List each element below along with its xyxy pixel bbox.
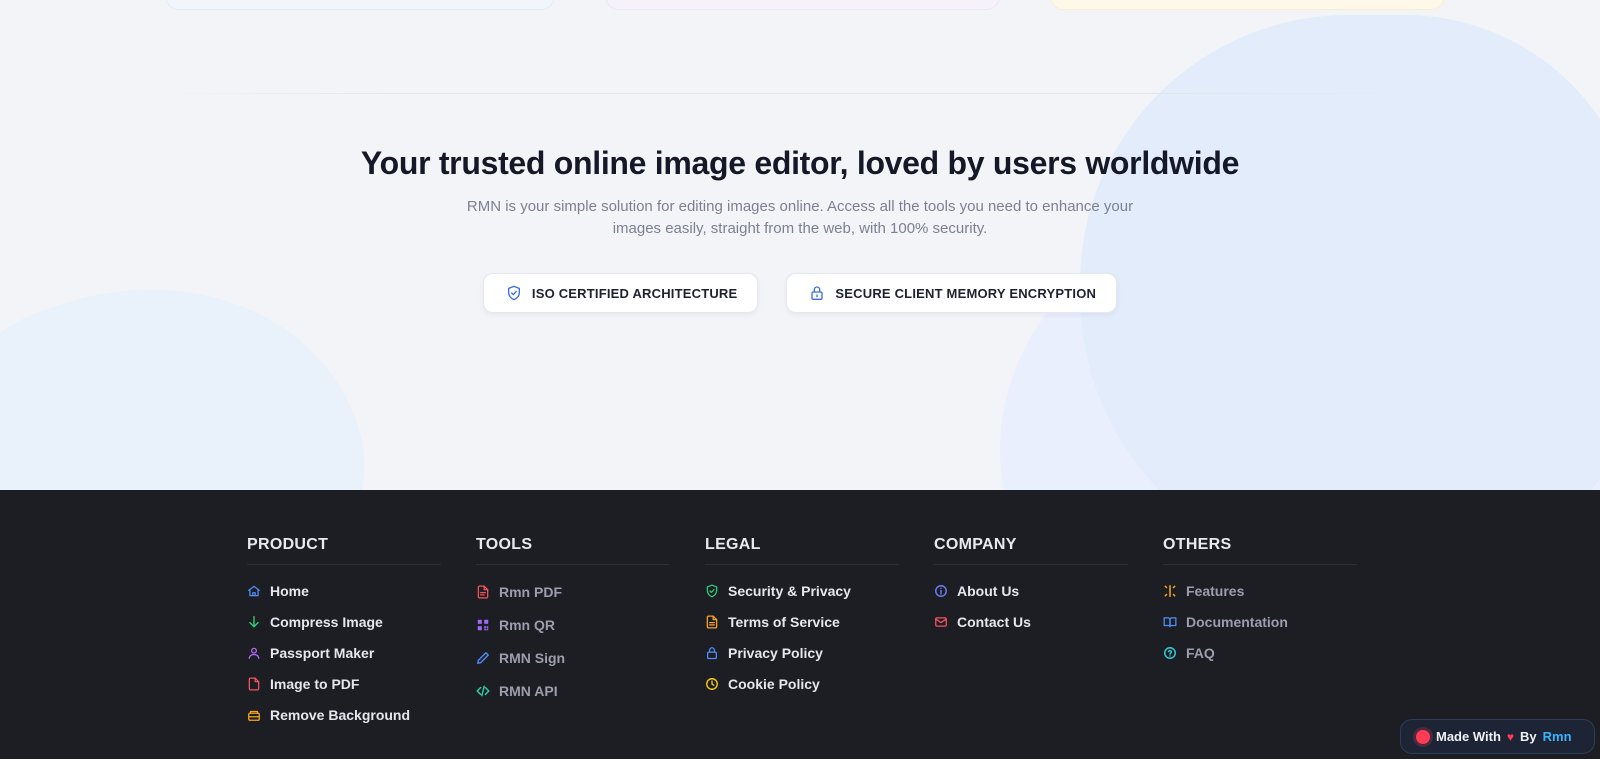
feature-card-edge xyxy=(1050,0,1445,10)
section-divider xyxy=(160,93,1440,94)
background-blob xyxy=(0,228,406,490)
encryption-badge: SECURE CLIENT MEMORY ENCRYPTION xyxy=(786,273,1118,313)
home-icon xyxy=(247,584,261,598)
user-icon xyxy=(247,646,261,660)
document-icon xyxy=(705,615,719,629)
lock-icon xyxy=(705,646,719,660)
link-label: Privacy Policy xyxy=(728,644,823,661)
heart-icon: ♥ xyxy=(1506,729,1515,744)
hero-title: Your trusted online image editor, loved … xyxy=(360,145,1240,181)
link-label: Image to PDF xyxy=(270,675,360,692)
feature-card-edge xyxy=(165,0,555,10)
link-label: Remove Background xyxy=(270,706,411,723)
book-icon xyxy=(1163,615,1177,629)
footer-link-image-to-pdf[interactable]: Image to PDF xyxy=(247,668,476,699)
record-dot-icon xyxy=(1416,729,1430,744)
sparkle-icon xyxy=(1163,584,1177,598)
footer-column-product: PRODUCT Home Compress Image Passport Mak… xyxy=(247,536,476,730)
footer-link-rmn-pdf[interactable]: Rmn PDF xyxy=(476,575,705,608)
background-blob xyxy=(1080,15,1600,490)
link-label: RMN API xyxy=(499,682,558,699)
link-label: Rmn PDF xyxy=(499,583,562,600)
link-label: FAQ xyxy=(1186,644,1215,661)
footer-link-faq[interactable]: FAQ xyxy=(1163,637,1392,668)
footer-link-compress-image[interactable]: Compress Image xyxy=(247,606,476,637)
footer-link-rmn-qr[interactable]: Rmn QR xyxy=(476,608,705,641)
link-label: Passport Maker xyxy=(270,644,375,661)
column-title: COMPANY xyxy=(934,536,1128,565)
footer-column-company: COMPANY About Us Contact Us xyxy=(934,536,1163,730)
made-with-by: By xyxy=(1520,729,1537,744)
site-footer: PRODUCT Home Compress Image Passport Mak… xyxy=(0,490,1600,759)
link-label: Cookie Policy xyxy=(728,675,820,692)
pdf-file-icon xyxy=(476,585,490,599)
arrow-down-icon xyxy=(247,615,261,629)
link-label: About Us xyxy=(957,582,1020,599)
shield-check-icon xyxy=(705,584,719,598)
help-circle-icon xyxy=(1163,646,1177,660)
made-with-text: Made With xyxy=(1436,729,1501,744)
qr-code-icon xyxy=(476,618,490,632)
link-label: RMN Sign xyxy=(499,649,566,666)
lock-icon xyxy=(809,285,825,301)
iso-certified-badge: ISO CERTIFIED ARCHITECTURE xyxy=(482,273,759,313)
footer-column-legal: LEGAL Security & Privacy Terms of Servic… xyxy=(705,536,934,730)
shield-check-icon xyxy=(506,285,522,301)
column-title: PRODUCT xyxy=(247,536,441,565)
trust-badges: ISO CERTIFIED ARCHITECTURE SECURE CLIENT… xyxy=(0,273,1600,313)
footer-link-rmn-sign[interactable]: RMN Sign xyxy=(476,641,705,674)
badge-label: ISO CERTIFIED ARCHITECTURE xyxy=(531,285,738,301)
layers-icon xyxy=(247,708,261,722)
link-label: Terms of Service xyxy=(728,613,840,630)
footer-link-rmn-api[interactable]: RMN API xyxy=(476,674,705,707)
made-with-brand: Rmn xyxy=(1542,729,1572,744)
link-label: Features xyxy=(1186,582,1245,599)
footer-link-cookie-policy[interactable]: Cookie Policy xyxy=(705,668,934,699)
column-title: TOOLS xyxy=(476,536,670,565)
footer-link-about-us[interactable]: About Us xyxy=(934,575,1163,606)
link-label: Documentation xyxy=(1186,613,1288,630)
trust-section: Your trusted online image editor, loved … xyxy=(0,0,1600,490)
link-label: Compress Image xyxy=(270,613,383,630)
link-label: Home xyxy=(270,582,309,599)
footer-column-tools: TOOLS Rmn PDF Rmn QR RMN Sign RMN API xyxy=(476,536,705,730)
code-icon xyxy=(476,684,490,698)
link-label: Rmn QR xyxy=(499,616,555,633)
clock-icon xyxy=(705,677,719,691)
pen-icon xyxy=(476,651,490,665)
info-icon xyxy=(934,584,948,598)
footer-link-security-privacy[interactable]: Security & Privacy xyxy=(705,575,934,606)
link-label: Contact Us xyxy=(957,613,1031,630)
footer-link-passport-maker[interactable]: Passport Maker xyxy=(247,637,476,668)
footer-link-contact-us[interactable]: Contact Us xyxy=(934,606,1163,637)
link-label: Security & Privacy xyxy=(728,582,851,599)
file-icon xyxy=(247,677,261,691)
mail-icon xyxy=(934,615,948,629)
hero: Your trusted online image editor, loved … xyxy=(0,145,1600,240)
footer-link-privacy-policy[interactable]: Privacy Policy xyxy=(705,637,934,668)
column-title: LEGAL xyxy=(705,536,899,565)
feature-card-edge xyxy=(605,0,1000,10)
footer-link-features[interactable]: Features xyxy=(1163,575,1392,606)
made-with-badge[interactable]: Made With ♥ By Rmn xyxy=(1400,719,1595,754)
footer-link-remove-background[interactable]: Remove Background xyxy=(247,699,476,730)
badge-label: SECURE CLIENT MEMORY ENCRYPTION xyxy=(835,285,1097,301)
footer-column-others: OTHERS Features Documentation FAQ xyxy=(1163,536,1392,730)
footer-link-terms-of-service[interactable]: Terms of Service xyxy=(705,606,934,637)
hero-description: RMN is your simple solution for editing … xyxy=(466,198,1134,237)
footer-link-home[interactable]: Home xyxy=(247,575,476,606)
column-title: OTHERS xyxy=(1163,536,1357,565)
footer-link-documentation[interactable]: Documentation xyxy=(1163,606,1392,637)
